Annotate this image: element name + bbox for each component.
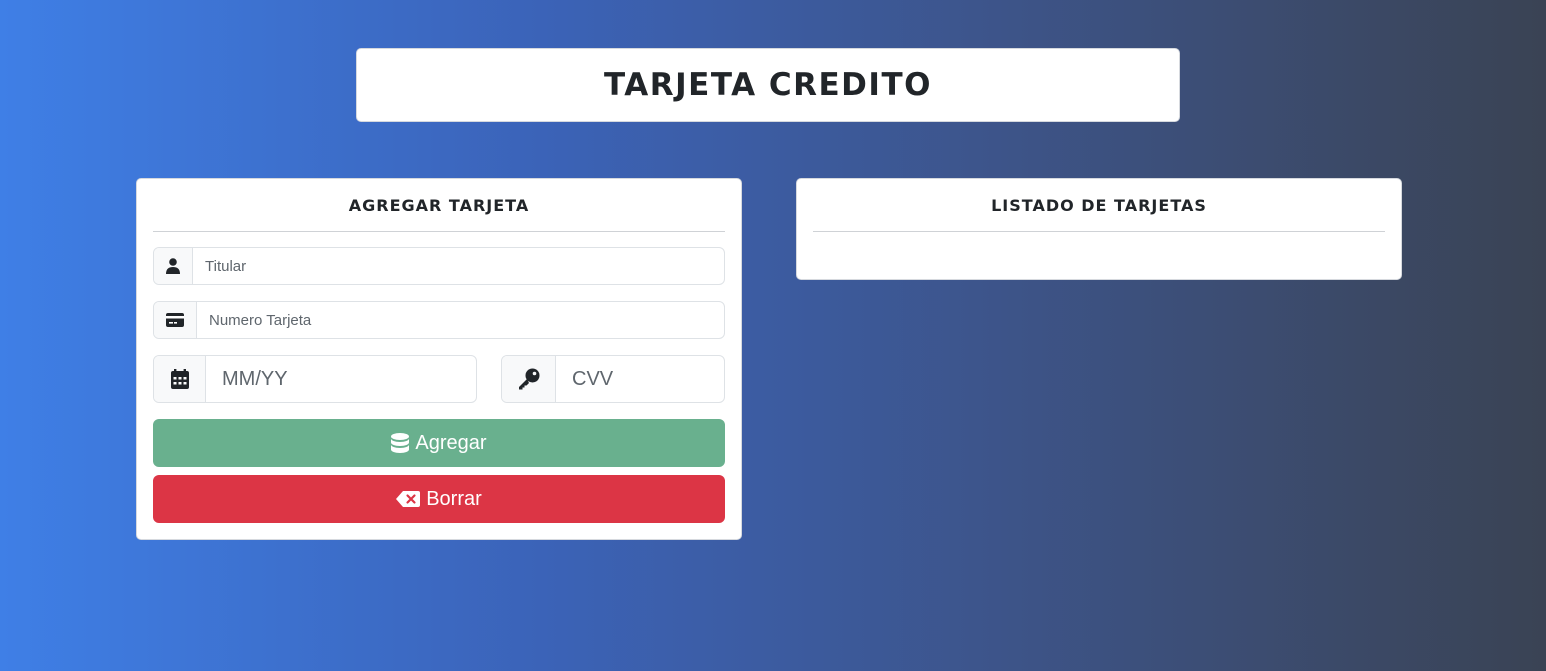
card-list-header: LISTADO DE TARJETAS <box>813 179 1385 232</box>
cvv-input[interactable] <box>556 356 724 402</box>
backspace-icon <box>396 491 421 507</box>
card-number-input-group <box>153 301 725 339</box>
delete-card-button-label: Borrar <box>426 487 482 510</box>
expiry-input[interactable] <box>206 356 476 402</box>
holder-input-group <box>153 247 725 285</box>
add-card-header: AGREGAR TARJETA <box>153 179 725 232</box>
expiry-input-group <box>153 355 477 403</box>
add-card-title: AGREGAR TARJETA <box>348 195 530 215</box>
card-list-panel: LISTADO DE TARJETAS <box>796 178 1402 280</box>
database-icon <box>391 433 410 453</box>
key-icon <box>502 356 556 402</box>
credit-card-icon <box>154 302 197 338</box>
title-card: TARJETA CREDITO <box>356 48 1180 122</box>
user-icon <box>154 248 193 284</box>
page-title: TARJETA CREDITO <box>604 67 932 103</box>
card-list-title: LISTADO DE TARJETAS <box>991 195 1207 215</box>
card-number-input[interactable] <box>197 302 724 338</box>
add-card-button-label: Agregar <box>415 431 487 454</box>
cvv-input-group <box>501 355 725 403</box>
calendar-icon <box>154 356 206 402</box>
add-card-button[interactable]: Agregar <box>153 419 725 467</box>
delete-card-button[interactable]: Borrar <box>153 475 725 523</box>
holder-input[interactable] <box>193 248 724 284</box>
